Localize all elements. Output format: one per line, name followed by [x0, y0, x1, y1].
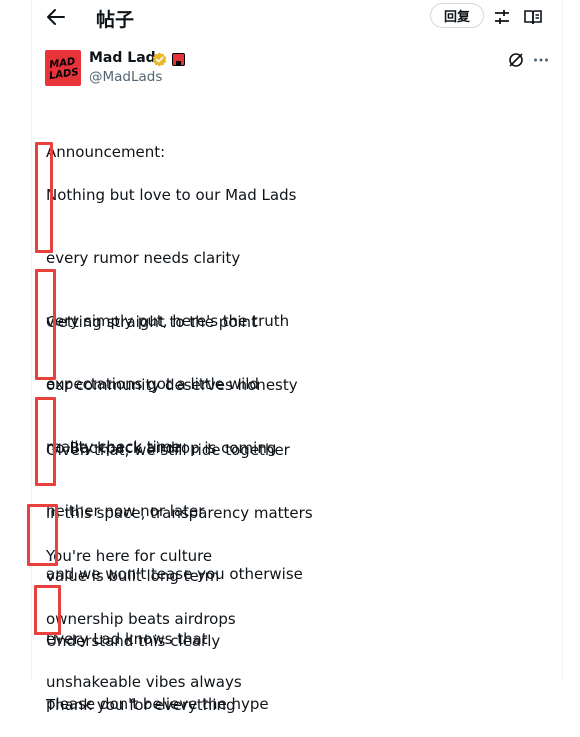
timeline-left-border — [31, 0, 32, 680]
post-line: Thank you for everything — [46, 696, 236, 714]
highlight-box — [34, 585, 61, 635]
post-header: 帖子 回复 — [0, 0, 580, 36]
post-line: You're here for culture — [46, 547, 213, 565]
post-line: Nothing but love to our Mad Lads — [46, 186, 297, 204]
author-handle[interactable]: @MadLads — [89, 69, 162, 85]
post-line: every rumor needs clarity — [46, 249, 241, 267]
highlight-box — [35, 269, 56, 380]
more-icon[interactable] — [532, 51, 550, 69]
reply-button[interactable]: 回复 — [430, 3, 484, 28]
page-title: 帖子 — [96, 9, 135, 31]
highlight-box — [27, 504, 58, 566]
post-paragraph-6: Thank you for everything — [46, 653, 236, 737]
verified-badge-icon — [152, 52, 167, 67]
affiliate-badge-icon — [172, 53, 185, 66]
mad-lads-logo: MAD LADS — [48, 56, 79, 82]
reader-mode-icon[interactable] — [523, 7, 543, 27]
highlight-box — [35, 397, 56, 486]
post-line: Getting straight to the point — [46, 313, 257, 331]
post-line: Understand this clearly — [46, 632, 221, 650]
grok-icon[interactable] — [507, 51, 525, 69]
post-line: Given that, we still ride together — [46, 441, 290, 459]
back-arrow-icon[interactable] — [44, 6, 68, 28]
sliders-icon[interactable] — [492, 7, 512, 27]
avatar[interactable]: MAD LADS — [45, 50, 81, 86]
timeline-right-border — [562, 0, 563, 680]
post-line: our community deserves honesty — [46, 376, 298, 394]
highlight-box — [35, 142, 53, 253]
